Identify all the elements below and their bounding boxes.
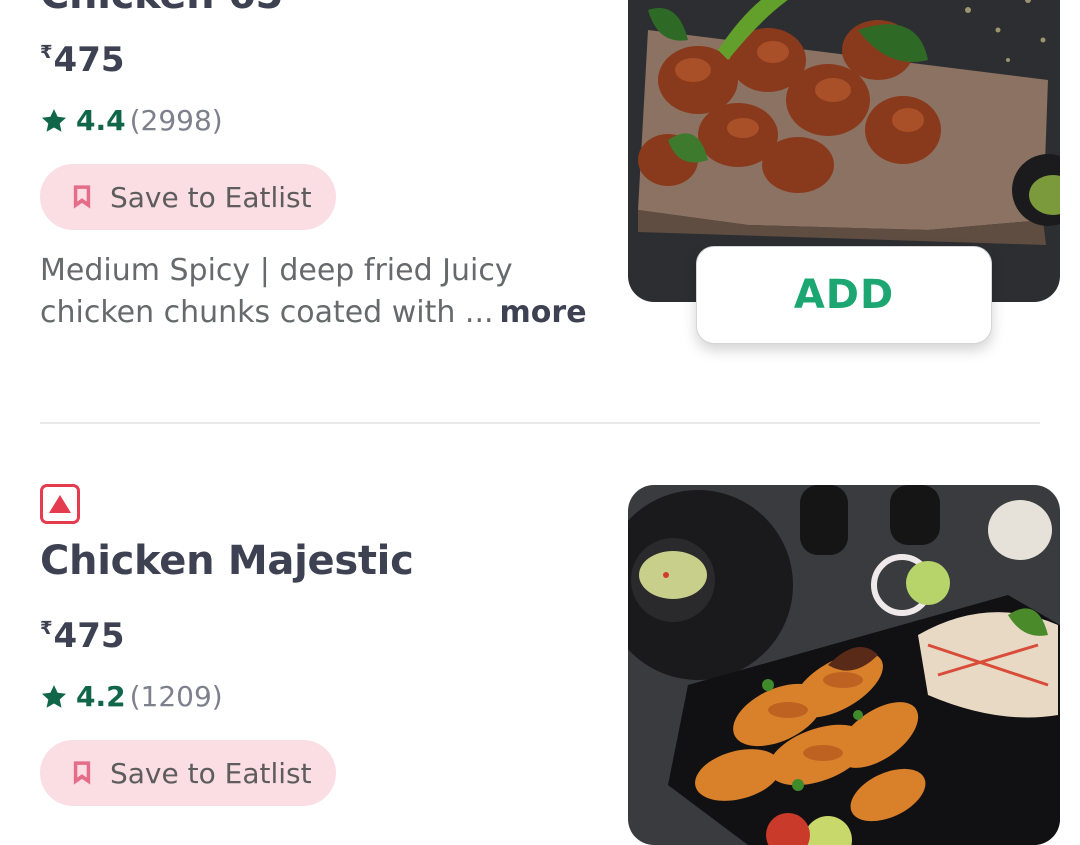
save-to-eatlist-button[interactable]: Save to Eatlist xyxy=(40,740,336,806)
chicken-majestic-dish-image[interactable] xyxy=(628,485,1060,845)
dish-photo xyxy=(628,485,1060,845)
triangle-icon xyxy=(49,495,71,513)
rating-count: (1209) xyxy=(129,680,223,713)
menu-item: Chicken 65 ₹ 475 4.4 (2998) Save to Eatl… xyxy=(0,0,1080,420)
description-line-2: chicken chunks coated with ... xyxy=(40,295,494,330)
add-button[interactable]: ADD xyxy=(696,246,992,344)
bookmark-icon xyxy=(73,761,91,785)
price-value: 475 xyxy=(53,40,125,80)
item-title: Chicken Majestic xyxy=(40,538,414,584)
item-description: Medium Spicy | deep fried Juicy chicken … xyxy=(40,250,600,334)
rating-value: 4.4 xyxy=(76,104,126,137)
star-icon xyxy=(41,108,67,132)
item-price: ₹ 475 xyxy=(40,40,125,80)
currency-symbol: ₹ xyxy=(40,618,53,639)
save-label: Save to Eatlist xyxy=(110,180,312,214)
item-rating: 4.2 (1209) xyxy=(40,680,223,713)
description-line-1: Medium Spicy | deep fried Juicy xyxy=(40,253,513,288)
non-veg-icon xyxy=(40,484,80,524)
item-title: Chicken 65 xyxy=(40,0,283,18)
price-value: 475 xyxy=(53,616,125,656)
more-link[interactable]: more xyxy=(500,295,587,330)
bookmark-icon xyxy=(73,185,91,209)
save-label: Save to Eatlist xyxy=(110,756,312,790)
rating-count: (2998) xyxy=(129,104,223,137)
star-icon xyxy=(41,684,67,708)
menu-item: Chicken Majestic ₹ 475 4.2 (1209) Save t… xyxy=(0,420,1080,845)
item-rating: 4.4 (2998) xyxy=(40,104,223,137)
rating-value: 4.2 xyxy=(76,680,126,713)
currency-symbol: ₹ xyxy=(40,42,53,63)
item-price: ₹ 475 xyxy=(40,616,125,656)
save-to-eatlist-button[interactable]: Save to Eatlist xyxy=(40,164,336,230)
